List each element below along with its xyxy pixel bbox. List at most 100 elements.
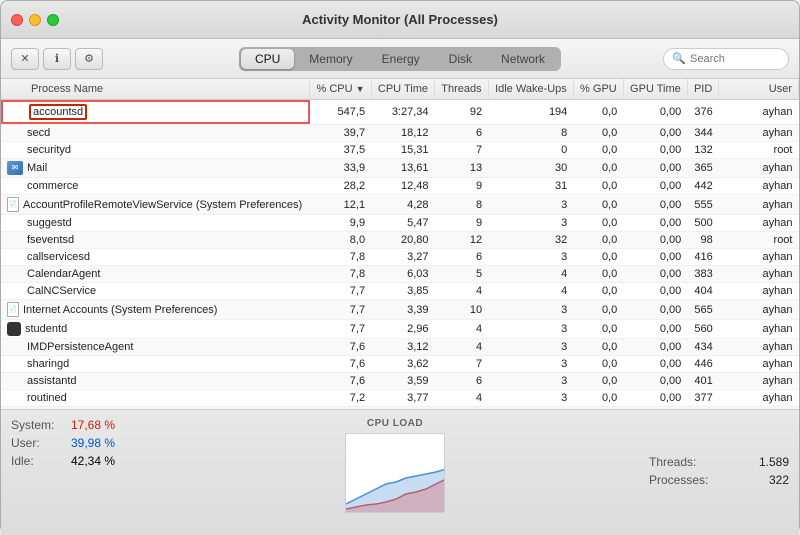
tab-group: CPU Memory Energy Disk Network — [239, 47, 561, 71]
info-button[interactable]: ℹ — [43, 48, 71, 70]
table-row[interactable]: suggestd 9,9 5,47 9 3 0,0 0,00 500 ayhan — [1, 215, 799, 232]
table-row[interactable]: secd 39,7 18,12 6 8 0,0 0,00 344 ayhan — [1, 125, 799, 142]
cpu-pct-cell: 7,8 — [310, 266, 371, 283]
tab-memory[interactable]: Memory — [295, 49, 366, 69]
threads-cell: 92 — [435, 100, 489, 125]
footer-right-stats: Threads: 1.589 Processes: 322 — [649, 418, 789, 527]
pid-cell: 560 — [687, 320, 719, 339]
idle-wakeups-cell: 3 — [488, 373, 573, 390]
table-row[interactable]: CalendarAgent 7,8 6,03 5 4 0,0 0,00 383 … — [1, 266, 799, 283]
pid-cell: 446 — [687, 356, 719, 373]
gpu-pct-cell: 0,0 — [573, 373, 623, 390]
cpu-time-cell: 3:27,34 — [371, 100, 434, 125]
threads-cell: 6 — [435, 125, 489, 142]
gpu-pct-cell: 0,0 — [573, 390, 623, 407]
gpu-pct-cell: 0,0 — [573, 266, 623, 283]
col-cpu-time[interactable]: CPU Time — [371, 79, 434, 100]
process-name-text: CalendarAgent — [27, 268, 100, 280]
maximize-button[interactable] — [47, 14, 59, 26]
col-idle-wakeups[interactable]: Idle Wake-Ups — [488, 79, 573, 100]
gpu-pct-cell: 0,0 — [573, 215, 623, 232]
col-user[interactable]: User — [719, 79, 799, 100]
user-cell: ayhan — [719, 300, 799, 320]
user-cell: ayhan — [719, 178, 799, 195]
minimize-button[interactable] — [29, 14, 41, 26]
process-name-text: securityd — [27, 144, 71, 156]
process-name-cell: callservicesd — [7, 251, 227, 263]
user-cell: ayhan — [719, 125, 799, 142]
process-name-cell: 📄AccountProfileRemoteViewService (System… — [7, 197, 302, 212]
gpu-pct-cell: 0,0 — [573, 178, 623, 195]
gpu-time-cell: 0,00 — [623, 100, 687, 125]
table-row[interactable]: CalNCService 7,7 3,85 4 4 0,0 0,00 404 a… — [1, 283, 799, 300]
process-name-cell: CalendarAgent — [7, 268, 227, 280]
user-cell: ayhan — [719, 356, 799, 373]
gpu-pct-cell: 0,0 — [573, 142, 623, 159]
user-cell: ayhan — [719, 159, 799, 178]
table-row[interactable]: studentd 7,7 2,96 4 3 0,0 0,00 560 ayhan — [1, 320, 799, 339]
gpu-pct-cell: 0,0 — [573, 249, 623, 266]
col-process-name[interactable]: Process Name — [1, 79, 310, 100]
search-input[interactable] — [690, 53, 780, 65]
process-name-cell: secd — [7, 127, 227, 139]
table-row[interactable]: 📄AccountProfileRemoteViewService (System… — [1, 195, 799, 215]
col-pid[interactable]: PID — [687, 79, 719, 100]
cpu-time-cell: 18,12 — [371, 125, 434, 142]
table-row[interactable]: fseventsd 8,0 20,80 12 32 0,0 0,00 98 ro… — [1, 232, 799, 249]
tab-disk[interactable]: Disk — [435, 49, 486, 69]
threads-cell: 4 — [435, 390, 489, 407]
user-cell: ayhan — [719, 100, 799, 125]
gpu-time-cell: 0,00 — [623, 356, 687, 373]
threads-row: Threads: 1.589 — [649, 455, 789, 469]
threads-cell: 4 — [435, 320, 489, 339]
col-cpu-pct[interactable]: % CPU ▼ — [310, 79, 371, 100]
settings-button[interactable]: ⚙ — [75, 48, 103, 70]
cpu-time-cell: 2,96 — [371, 320, 434, 339]
tab-cpu[interactable]: CPU — [241, 49, 294, 69]
cpu-time-cell: 6,03 — [371, 266, 434, 283]
cpu-time-cell: 3,27 — [371, 249, 434, 266]
user-cell: ayhan — [719, 195, 799, 215]
close-button[interactable] — [11, 14, 23, 26]
table-header-row: Process Name % CPU ▼ CPU Time Threads Id… — [1, 79, 799, 100]
threads-cell: 12 — [435, 232, 489, 249]
table-row[interactable]: accountsd 547,5 3:27,34 92 194 0,0 0,00 … — [1, 100, 799, 125]
idle-wakeups-cell: 30 — [488, 159, 573, 178]
table-row[interactable]: callservicesd 7,8 3,27 6 3 0,0 0,00 416 … — [1, 249, 799, 266]
table-row[interactable]: securityd 37,5 15,31 7 0 0,0 0,00 132 ro… — [1, 142, 799, 159]
table-row[interactable]: ✉Mail 33,9 13,61 13 30 0,0 0,00 365 ayha… — [1, 159, 799, 178]
user-cell: ayhan — [719, 390, 799, 407]
table-row[interactable]: assistantd 7,6 3,59 6 3 0,0 0,00 401 ayh… — [1, 373, 799, 390]
processes-value: 322 — [769, 473, 789, 487]
col-threads[interactable]: Threads — [435, 79, 489, 100]
cpu-pct-cell: 7,6 — [310, 356, 371, 373]
table-row[interactable]: sharingd 7,6 3,62 7 3 0,0 0,00 446 ayhan — [1, 356, 799, 373]
gpu-time-cell: 0,00 — [623, 125, 687, 142]
pid-cell: 132 — [687, 142, 719, 159]
table-row[interactable]: 📄Internet Accounts (System Preferences) … — [1, 300, 799, 320]
table-row[interactable]: routined 7,2 3,77 4 3 0,0 0,00 377 ayhan — [1, 390, 799, 407]
gpu-time-cell: 0,00 — [623, 373, 687, 390]
process-table: Process Name % CPU ▼ CPU Time Threads Id… — [1, 79, 799, 409]
process-name-cell: commerce — [7, 180, 227, 192]
table-row[interactable]: IMDPersistenceAgent 7,6 3,12 4 3 0,0 0,0… — [1, 339, 799, 356]
user-cell: ayhan — [719, 320, 799, 339]
user-cell: ayhan — [719, 373, 799, 390]
threads-value: 1.589 — [759, 455, 789, 469]
table-row[interactable]: commerce 28,2 12,48 9 31 0,0 0,00 442 ay… — [1, 178, 799, 195]
col-gpu-pct[interactable]: % GPU — [573, 79, 623, 100]
tab-energy[interactable]: Energy — [368, 49, 434, 69]
search-box: 🔍 — [663, 48, 789, 70]
pid-cell: 401 — [687, 373, 719, 390]
back-button[interactable]: ✕ — [11, 48, 39, 70]
cpu-pct-cell: 7,6 — [310, 339, 371, 356]
tab-network[interactable]: Network — [487, 49, 559, 69]
pid-cell: 555 — [687, 195, 719, 215]
gpu-time-cell: 0,00 — [623, 142, 687, 159]
pid-cell: 383 — [687, 266, 719, 283]
col-gpu-time[interactable]: GPU Time — [623, 79, 687, 100]
cpu-pct-cell: 37,5 — [310, 142, 371, 159]
process-name-text: routined — [27, 392, 67, 404]
process-name-text: suggestd — [27, 217, 72, 229]
idle-value: 42,34 % — [71, 454, 115, 468]
